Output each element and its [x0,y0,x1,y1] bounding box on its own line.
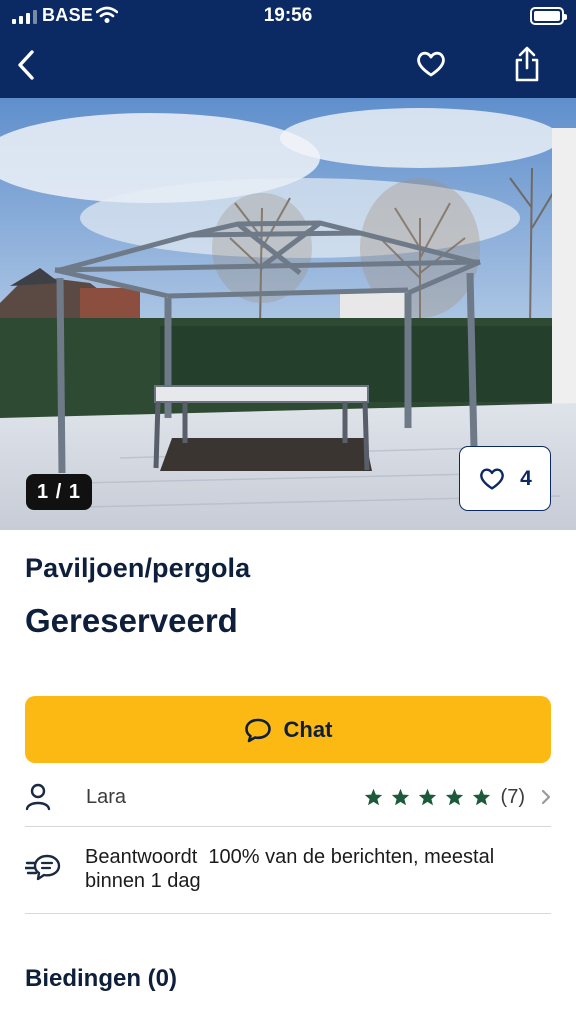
listing-category: Paviljoen/pergola [25,553,251,583]
chevron-right-icon [541,789,551,805]
like-count: 4 [520,466,532,490]
heart-outline-icon [417,51,445,77]
bids-heading: Biedingen (0) [25,965,178,992]
review-count: (7) [500,785,525,808]
back-button[interactable] [10,46,42,84]
top-header: BASE 19:56 [0,0,576,98]
status-bar: BASE 19:56 [0,0,576,32]
divider [25,826,551,827]
listing-status: Gereserveerd [25,602,238,639]
like-button[interactable]: 4 [459,446,551,511]
favorite-button[interactable] [412,46,450,82]
response-text: Beantwoordt 100% van de berichten, meest… [85,845,494,893]
battery-icon [530,7,567,25]
seller-row[interactable]: Lara (7) [25,769,551,825]
chevron-left-icon [18,50,34,80]
user-icon [25,783,65,811]
star-icon [472,788,490,806]
fast-reply-icon [23,845,69,890]
star-icon [391,788,409,806]
share-button[interactable] [508,44,546,84]
seller-name: Lara [86,785,127,808]
share-icon [515,46,539,82]
heart-outline-icon [480,468,505,490]
photo-counter: 1 / 1 [26,474,92,510]
chat-bubble-icon [244,718,271,742]
response-info: Beantwoordt 100% van de berichten, meest… [23,845,551,905]
star-icon [364,788,382,806]
response-text-line2: binnen 1 dag [85,870,201,892]
clock: 19:56 [263,5,313,26]
response-text-line1: Beantwoordt 100% van de berichten, meest… [85,846,495,868]
chat-button-label: Chat [283,716,333,742]
rating-stars [364,788,491,806]
divider [25,913,551,914]
star-icon [445,788,463,806]
star-icon [418,788,436,806]
chat-button[interactable]: Chat [25,696,551,763]
